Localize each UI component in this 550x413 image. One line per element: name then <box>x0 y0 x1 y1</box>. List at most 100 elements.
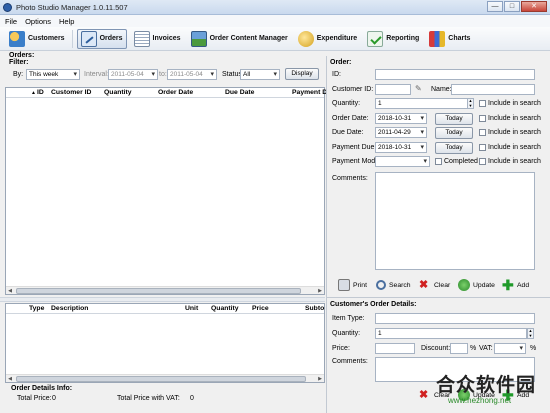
completed-checkbox[interactable] <box>435 158 442 165</box>
col-customer-id[interactable]: Customer ID <box>51 89 91 96</box>
due-date-today-button[interactable]: Today <box>435 127 473 139</box>
total-price-value: 0 <box>52 395 56 402</box>
clear-button[interactable]: ✖ Clear <box>419 278 450 292</box>
detail-quantity-field[interactable]: 1 <box>375 328 527 339</box>
comments-textarea[interactable] <box>375 172 535 270</box>
toolbar-reporting-button[interactable]: Reporting <box>364 29 422 49</box>
toolbar-orders-label: Orders <box>99 35 123 42</box>
id-field[interactable] <box>375 69 535 80</box>
order-date-picker[interactable]: 2018-10-31 <box>375 113 427 124</box>
order-date-today-button[interactable]: Today <box>435 113 473 125</box>
by-select[interactable]: This week <box>26 69 80 80</box>
update-icon <box>458 279 470 291</box>
orders-grid-header: ▲ ID Customer ID Quantity Order Date Due… <box>6 88 327 98</box>
menu-bar: File Options Help <box>0 15 550 27</box>
quantity-spinner[interactable]: ▲ ▼ <box>467 98 474 109</box>
lookup-icon[interactable]: ✎ <box>415 84 425 94</box>
watermark-text: 合众软件园 <box>436 374 537 396</box>
scroll-right-arrow[interactable]: ▶ <box>316 375 324 383</box>
payment-due-today-button[interactable]: Today <box>435 142 473 154</box>
payment-mode-include-label: Include in search <box>488 158 541 165</box>
scroll-thumb[interactable] <box>16 288 301 294</box>
search-button[interactable]: Search <box>376 278 411 292</box>
toolbar-charts-button[interactable]: Charts <box>426 29 473 49</box>
orders-splitter[interactable] <box>0 297 325 302</box>
close-button[interactable]: ✕ <box>521 1 547 12</box>
toolbar-order-content-button[interactable]: Order Content Manager <box>188 29 291 49</box>
total-vat-value: 0 <box>190 395 194 402</box>
comments-label: Comments: <box>332 175 368 182</box>
payment-mode-include-checkbox[interactable] <box>479 158 486 165</box>
toolbar-reporting-label: Reporting <box>386 35 420 42</box>
payment-mode-select[interactable] <box>375 156 430 167</box>
menu-file[interactable]: File <box>5 17 17 26</box>
col-type[interactable]: Type <box>29 305 44 312</box>
due-date-picker[interactable]: 2011-04-29 <box>375 127 427 138</box>
col-payment-date[interactable]: Payment D <box>292 89 327 96</box>
due-date-include-checkbox[interactable] <box>479 129 486 136</box>
orders-hscroll[interactable]: ◀ ▶ <box>6 286 324 294</box>
col-order-date[interactable]: Order Date <box>158 89 193 96</box>
app-icon <box>3 3 12 12</box>
toolbar-expenditure-label: Expenditure <box>316 35 358 42</box>
details-hscroll[interactable]: ◀ ▶ <box>6 374 324 382</box>
print-button[interactable]: Print <box>338 278 367 292</box>
col-due-date[interactable]: Due Date <box>225 89 254 96</box>
minimize-button[interactable]: — <box>487 1 503 12</box>
detail-quantity-spinner[interactable]: ▲ ▼ <box>527 328 534 339</box>
price-field[interactable] <box>375 343 415 354</box>
toolbar-orders-button[interactable]: Orders <box>76 28 127 49</box>
toolbar-expenditure-button[interactable]: Expenditure <box>295 29 360 49</box>
scroll-thumb[interactable] <box>16 376 306 382</box>
scroll-left-arrow[interactable]: ◀ <box>6 375 14 383</box>
col-subtotal[interactable]: Subto <box>305 305 324 312</box>
col-id[interactable]: ID <box>37 89 44 96</box>
customer-id-field[interactable] <box>375 84 411 95</box>
toolbar-order-content-label: Order Content Manager <box>209 35 288 42</box>
quantity-include-label: Include in search <box>488 100 541 107</box>
toolbar-customers-label: Customers <box>28 35 65 42</box>
invoices-icon <box>133 30 150 47</box>
scroll-right-arrow[interactable]: ▶ <box>316 287 324 295</box>
to-label: to: <box>159 71 167 78</box>
panel-divider <box>326 297 550 298</box>
item-type-label: Item Type: <box>332 315 365 322</box>
menu-help[interactable]: Help <box>59 17 74 26</box>
scroll-left-arrow[interactable]: ◀ <box>6 287 14 295</box>
update-label: Update <box>473 281 495 289</box>
toolbar-charts-label: Charts <box>448 35 471 42</box>
col-quantity[interactable]: Quantity <box>104 89 132 96</box>
toolbar-invoices-label: Invoices <box>152 35 181 42</box>
display-button[interactable]: Display <box>285 68 319 80</box>
orders-grid[interactable]: ▲ ID Customer ID Quantity Order Date Due… <box>5 87 327 295</box>
quantity-field[interactable]: 1 <box>375 98 468 109</box>
update-button[interactable]: Update <box>458 278 495 292</box>
details-grid[interactable]: Type Description Unit Quantity Price Sub… <box>5 303 325 383</box>
toolbar-invoices-button[interactable]: Invoices <box>131 29 184 49</box>
col-unit[interactable]: Unit <box>185 305 198 312</box>
window-title: Photo Studio Manager 1.0.11.507 <box>16 3 128 12</box>
status-select[interactable]: All <box>240 69 280 80</box>
item-type-field[interactable] <box>375 313 535 324</box>
col-detail-quantity[interactable]: Quantity <box>211 305 239 312</box>
name-field[interactable] <box>451 84 535 95</box>
order-date-include-checkbox[interactable] <box>479 115 486 122</box>
col-price[interactable]: Price <box>252 305 269 312</box>
quantity-include-checkbox[interactable] <box>479 100 486 107</box>
interval-to-date[interactable]: 2011-05-04 <box>167 69 217 80</box>
main-toolbar: Customers Orders Invoices Order Content … <box>0 27 550 51</box>
menu-options[interactable]: Options <box>25 17 51 26</box>
toolbar-customers-button[interactable]: Customers <box>6 29 68 49</box>
payment-due-include-checkbox[interactable] <box>479 144 486 151</box>
order-form-title: Order: <box>330 59 352 66</box>
maximize-button[interactable]: □ <box>504 1 520 12</box>
vat-select[interactable] <box>494 343 526 354</box>
add-button[interactable]: ✚ Add <box>502 278 529 292</box>
sort-indicator: ▲ <box>31 90 36 96</box>
payment-due-picker[interactable]: 2018-10-31 <box>375 142 427 153</box>
col-description[interactable]: Description <box>51 305 88 312</box>
discount-field[interactable] <box>450 343 468 354</box>
discount-label: Discount: <box>421 345 451 352</box>
customers-icon <box>9 30 25 47</box>
interval-from-date[interactable]: 2011-05-04 <box>108 69 158 80</box>
